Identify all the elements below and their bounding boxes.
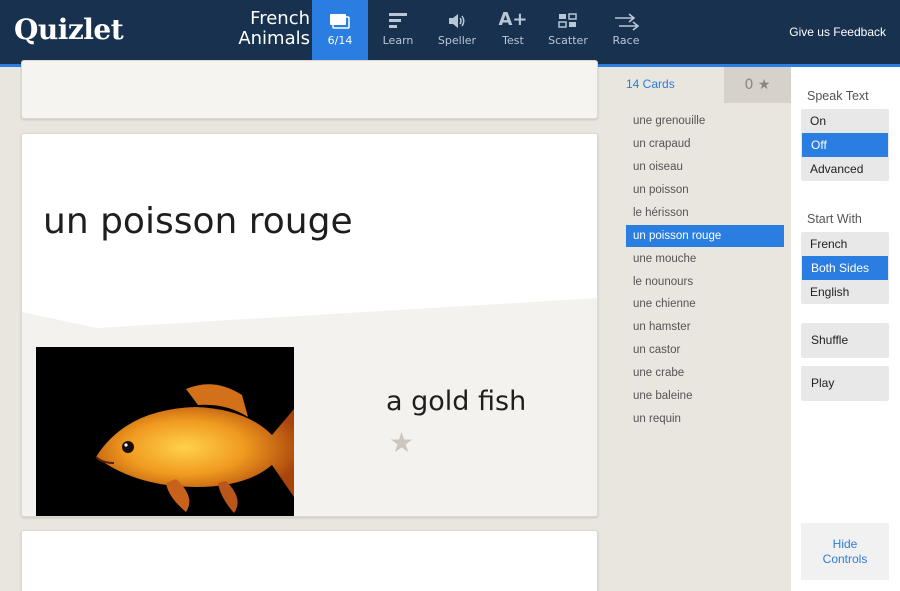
mode-learn[interactable]: Learn [372, 0, 424, 64]
race-icon [600, 0, 652, 31]
start-with-english[interactable]: English [801, 280, 889, 304]
speak-text-off[interactable]: Off [802, 133, 888, 157]
start-with-both-sides[interactable]: Both Sides [802, 256, 888, 280]
start-with-french[interactable]: French [801, 232, 889, 256]
mode-race-label: Race [612, 34, 640, 47]
list-item[interactable]: un castor [626, 339, 784, 361]
next-card[interactable] [21, 530, 598, 591]
mode-test[interactable]: A+ Test [490, 0, 536, 64]
mode-race[interactable]: Race [600, 0, 652, 64]
list-item[interactable]: un oiseau [626, 156, 784, 178]
previous-card[interactable] [21, 60, 598, 119]
speak-text-options: On Off Advanced [801, 109, 889, 181]
mode-scatter[interactable]: Scatter [542, 0, 594, 64]
start-with-label: Start With [807, 212, 862, 226]
scatter-icon [542, 0, 594, 30]
controls-panel: Speak Text On Off Advanced Start With Fr… [791, 67, 900, 591]
test-icon: A+ [498, 9, 528, 30]
mode-speller-label: Speller [437, 34, 477, 47]
hide-controls-button[interactable]: Hide Controls [801, 523, 889, 580]
shuffle-button[interactable]: Shuffle [801, 323, 889, 358]
learn-icon [372, 0, 424, 30]
list-item[interactable]: une crabe [626, 362, 784, 384]
card-term: un poisson rouge [43, 201, 353, 242]
card-definition: a gold fish [386, 386, 527, 417]
list-item-selected[interactable]: un poisson rouge [626, 225, 784, 247]
list-item[interactable]: un poisson [626, 179, 784, 201]
speak-text-advanced[interactable]: Advanced [801, 157, 889, 181]
mode-scatter-label: Scatter [548, 34, 588, 47]
quizlet-logo[interactable]: Quizlet [14, 13, 124, 46]
mode-learn-label: Learn [382, 34, 414, 47]
current-card[interactable]: un poisson rouge a gold fish ★ [21, 133, 598, 517]
mode-test-label: Test [502, 34, 524, 47]
list-item[interactable]: une grenouille [626, 110, 784, 132]
goldfish-image [36, 347, 294, 516]
list-item[interactable]: une mouche [626, 248, 784, 270]
top-bar: Quizlet French Animals 6/14 Learn Spelle… [0, 0, 900, 64]
play-button[interactable]: Play [801, 366, 889, 401]
start-with-options: French Both Sides English [801, 232, 889, 304]
set-title: French Animals [200, 9, 310, 49]
star-card-icon[interactable]: ★ [389, 426, 414, 459]
speaker-icon [430, 0, 484, 30]
mode-flashcards[interactable]: 6/14 [312, 0, 368, 64]
feedback-link[interactable]: Give us Feedback [789, 25, 886, 39]
mode-flashcards-label: 6/14 [327, 34, 353, 47]
speak-text-on[interactable]: On [801, 109, 889, 133]
card-count-tab[interactable]: 14 Cards [626, 77, 675, 91]
list-item[interactable]: le nounours [626, 271, 784, 293]
list-item[interactable]: le hérisson [626, 202, 784, 224]
list-item[interactable]: un crapaud [626, 133, 784, 155]
speak-text-label: Speak Text [807, 89, 869, 103]
goldfish-illustration [95, 384, 294, 513]
list-item[interactable]: une baleine [626, 385, 784, 407]
hide-controls-line1: Hide [832, 537, 858, 551]
flashcards-icon [312, 0, 368, 30]
mode-speller[interactable]: Speller [430, 0, 484, 64]
list-item[interactable]: un requin [626, 408, 784, 430]
card-list-panel: 14 Cards 0 ★ une grenouille un crapaud u… [613, 67, 791, 591]
list-item[interactable]: un hamster [626, 316, 784, 338]
hide-controls-line2: Controls [822, 552, 868, 566]
starred-count-tab[interactable]: 0 ★ [724, 67, 791, 103]
set-title-line2: Animals [238, 28, 310, 49]
set-title-line1: French [250, 8, 310, 29]
list-item[interactable]: une chienne [626, 293, 784, 315]
